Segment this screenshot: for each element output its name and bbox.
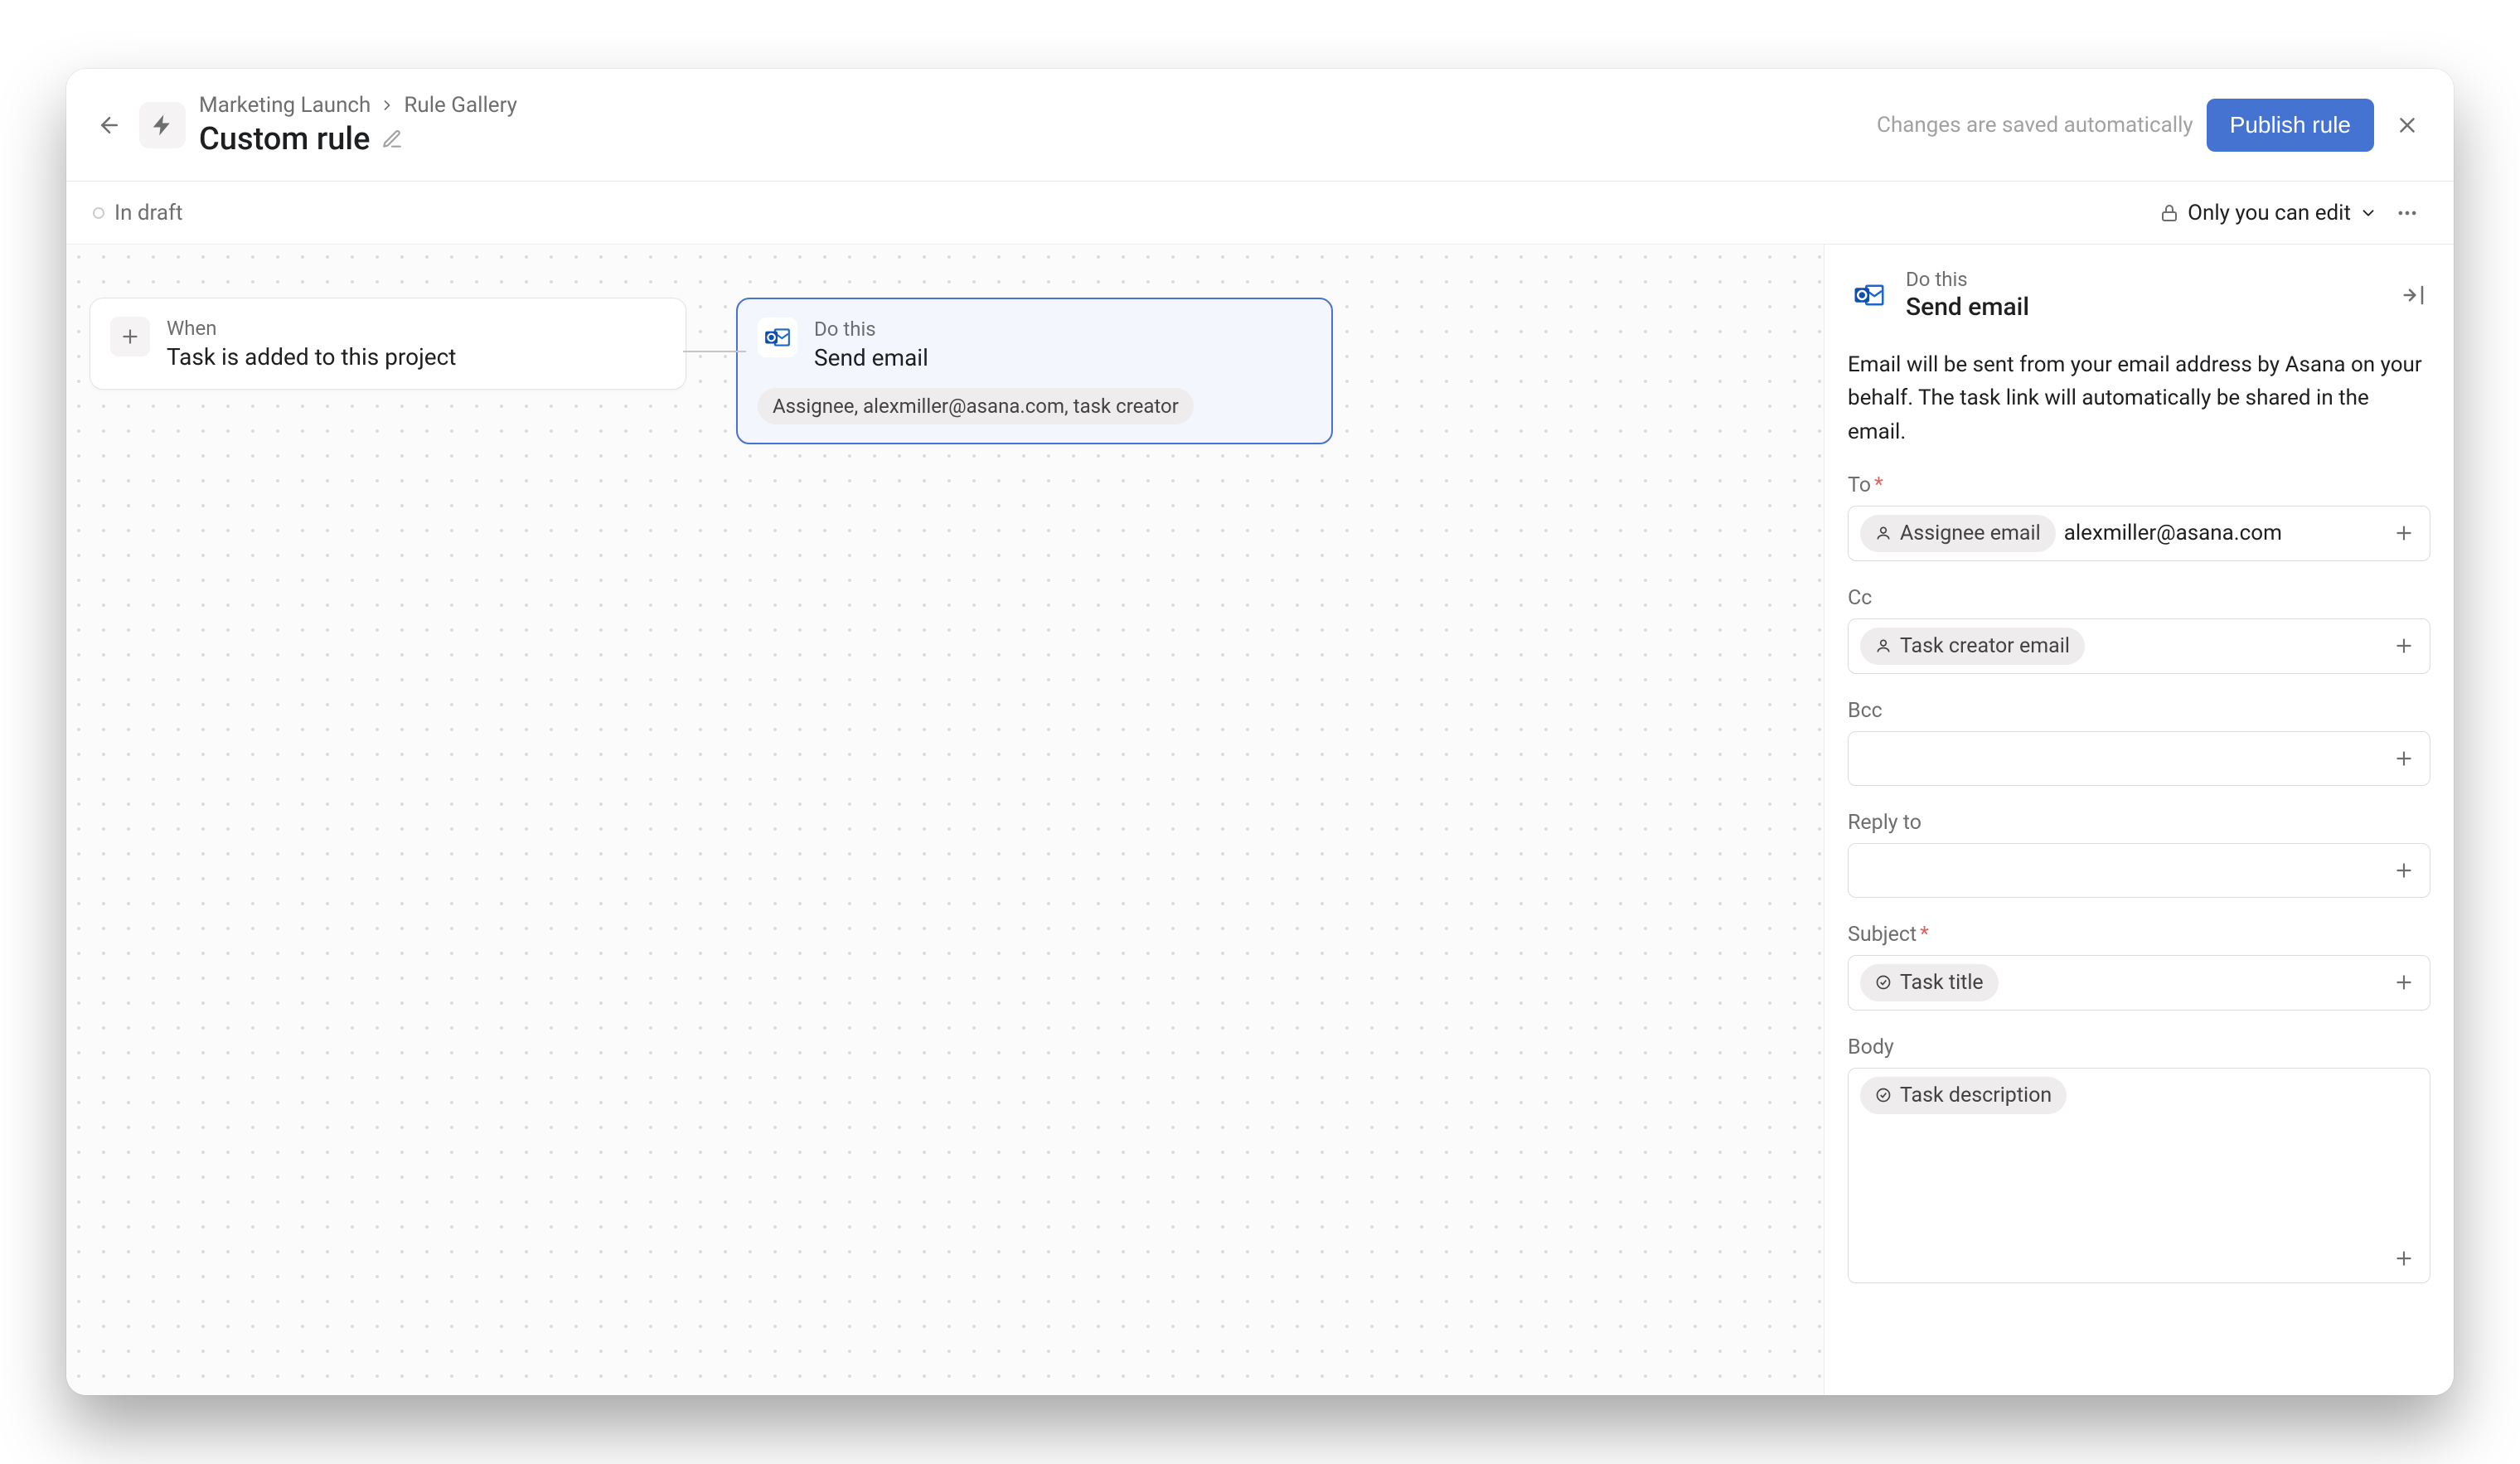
subject-input[interactable]: Task title <box>1848 955 2430 1011</box>
header: Marketing Launch Rule Gallery Custom rul… <box>66 69 2454 182</box>
lock-icon <box>2159 203 2179 223</box>
page-title: Custom rule <box>199 121 370 158</box>
cc-token-creator[interactable]: Task creator email <box>1860 628 2085 665</box>
body-token-task-desc[interactable]: Task description <box>1860 1077 2067 1114</box>
edit-access-label: Only you can edit <box>2188 201 2351 225</box>
edit-title-button[interactable] <box>381 128 403 150</box>
subject-label: Subject* <box>1848 923 2430 947</box>
cc-input[interactable]: Task creator email <box>1848 618 2430 674</box>
draft-status: In draft <box>114 201 183 225</box>
to-input[interactable]: Assignee email alexmiller@asana.com <box>1848 506 2430 561</box>
action-node[interactable]: Do this Send email Assignee, alexmiller@… <box>736 298 1333 444</box>
action-summary-chip: Assignee, alexmiller@asana.com, task cre… <box>758 388 1194 424</box>
plus-icon <box>2393 522 2415 544</box>
subheader: In draft Only you can edit <box>66 182 2454 245</box>
person-icon <box>1875 525 1892 541</box>
plus-icon <box>2393 748 2415 769</box>
trigger-title: Task is added to this project <box>167 343 456 371</box>
flow-connector <box>683 351 746 352</box>
action-title: Send email <box>814 344 928 371</box>
panel-title: Send email <box>1906 293 2029 322</box>
autosave-note: Changes are saved automatically <box>1877 113 2193 138</box>
panel-description: Email will be sent from your email addre… <box>1848 348 2430 448</box>
arrow-left-icon <box>97 113 122 138</box>
chevron-right-icon <box>379 97 395 114</box>
panel-head: Do this Send email <box>1848 268 2430 322</box>
plus-icon <box>2393 1248 2415 1269</box>
outlook-icon <box>763 323 792 351</box>
action-eyebrow: Do this <box>814 318 928 341</box>
add-trigger-icon-box <box>110 317 150 356</box>
back-button[interactable] <box>93 109 126 142</box>
rule-builder-window: Marketing Launch Rule Gallery Custom rul… <box>66 69 2454 1395</box>
flow-row: When Task is added to this project Do th… <box>90 298 1800 444</box>
body-label: Body <box>1848 1035 2430 1059</box>
close-button[interactable] <box>2387 105 2427 145</box>
bcc-label: Bcc <box>1848 699 2430 723</box>
chevron-down-icon <box>2359 204 2377 222</box>
pencil-icon <box>381 128 403 150</box>
plus-icon <box>2393 860 2415 881</box>
plus-icon <box>2393 972 2415 993</box>
header-main: Marketing Launch Rule Gallery Custom rul… <box>199 93 517 158</box>
breadcrumb: Marketing Launch Rule Gallery <box>199 93 517 118</box>
close-icon <box>2395 113 2420 138</box>
body: When Task is added to this project Do th… <box>66 245 2454 1395</box>
action-config-panel: Do this Send email Email will be sent fr… <box>1824 245 2454 1395</box>
cc-add-button[interactable] <box>2390 632 2418 660</box>
cc-field-group: Cc Task creator email <box>1848 586 2430 674</box>
plus-icon <box>119 326 141 347</box>
to-label: To* <box>1848 473 2430 497</box>
replyto-field-group: Reply to <box>1848 811 2430 898</box>
body-field-group: Body Task description <box>1848 1035 2430 1283</box>
bcc-field-group: Bcc <box>1848 699 2430 786</box>
body-add-button[interactable] <box>2390 1244 2418 1273</box>
title-row: Custom rule <box>199 121 517 158</box>
subject-add-button[interactable] <box>2390 968 2418 996</box>
bcc-input[interactable] <box>1848 731 2430 786</box>
panel-eyebrow: Do this <box>1906 268 2029 291</box>
subject-token-task-title[interactable]: Task title <box>1860 964 1999 1001</box>
person-icon <box>1875 637 1892 654</box>
plus-icon <box>2393 635 2415 657</box>
breadcrumb-section[interactable]: Rule Gallery <box>404 93 517 118</box>
status-dot-icon <box>93 207 104 219</box>
breadcrumb-project[interactable]: Marketing Launch <box>199 93 371 118</box>
trigger-eyebrow: When <box>167 317 456 340</box>
outlook-icon <box>1853 279 1886 312</box>
collapse-right-icon <box>2401 283 2426 308</box>
body-input[interactable]: Task description <box>1848 1068 2430 1283</box>
panel-head-icon <box>1848 274 1891 317</box>
subject-field-group: Subject* Task title <box>1848 923 2430 1011</box>
outlook-icon-box <box>758 318 797 357</box>
check-circle-icon <box>1875 1087 1892 1103</box>
collapse-panel-button[interactable] <box>2397 279 2430 312</box>
trigger-node[interactable]: When Task is added to this project <box>90 298 686 390</box>
more-horizontal-icon <box>2396 201 2419 225</box>
edit-access-dropdown[interactable]: Only you can edit <box>2159 201 2377 225</box>
check-circle-icon <box>1875 974 1892 991</box>
to-add-button[interactable] <box>2390 519 2418 547</box>
cc-label: Cc <box>1848 586 2430 610</box>
to-text-email: alexmiller@asana.com <box>2064 521 2282 545</box>
bcc-add-button[interactable] <box>2390 744 2418 773</box>
action-summary-chips: Assignee, alexmiller@asana.com, task cre… <box>758 388 1311 424</box>
replyto-label: Reply to <box>1848 811 2430 835</box>
more-actions-button[interactable] <box>2387 193 2427 233</box>
to-field-group: To* Assignee email alexmiller@asana.com <box>1848 473 2430 561</box>
publish-button[interactable]: Publish rule <box>2207 99 2374 152</box>
to-token-assignee[interactable]: Assignee email <box>1860 515 2056 552</box>
bolt-icon <box>150 113 175 138</box>
replyto-input[interactable] <box>1848 843 2430 898</box>
replyto-add-button[interactable] <box>2390 856 2418 885</box>
rule-canvas[interactable]: When Task is added to this project Do th… <box>66 245 1824 1395</box>
rule-icon-box <box>139 102 186 148</box>
